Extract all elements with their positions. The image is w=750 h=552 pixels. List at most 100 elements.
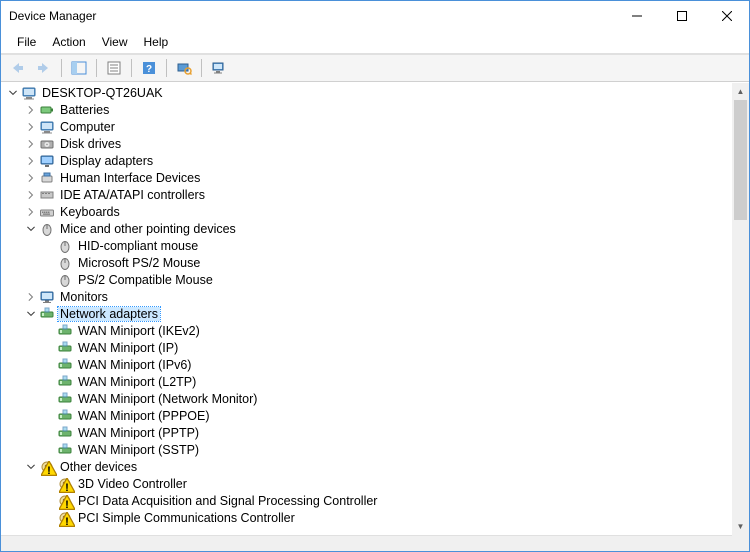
menu-file[interactable]: File (9, 33, 44, 51)
tree-node-label: WAN Miniport (PPTP) (76, 426, 201, 440)
horizontal-scrollbar[interactable] (1, 535, 732, 551)
expand-icon[interactable] (25, 206, 37, 218)
device-tree[interactable]: DESKTOP-QT26UAK BatteriesComputer Disk dri… (1, 82, 749, 536)
network-icon (57, 374, 73, 390)
hid-icon (39, 170, 55, 186)
tree-node[interactable]: Keyboards (3, 203, 749, 220)
scroll-up-icon[interactable]: ▲ (732, 83, 749, 100)
back-button[interactable] (5, 57, 29, 79)
tree-node-label: WAN Miniport (PPPOE) (76, 409, 212, 423)
tree-node-label: Keyboards (58, 205, 122, 219)
minimize-button[interactable] (614, 1, 659, 31)
tree-node-label: Mice and other pointing devices (58, 222, 238, 236)
expand-icon[interactable] (25, 138, 37, 150)
tree-node[interactable]: PCI Data Acquisition and Signal Processi… (3, 492, 749, 509)
tree-node[interactable]: Monitors (3, 288, 749, 305)
network-icon (57, 442, 73, 458)
menu-help[interactable]: Help (136, 33, 177, 51)
tree-node-label: Monitors (58, 290, 110, 304)
network-icon (57, 425, 73, 441)
tree-node[interactable]: 3D Video Controller (3, 475, 749, 492)
tree-node[interactable]: Computer (3, 118, 749, 135)
expand-icon[interactable] (25, 189, 37, 201)
tree-node-label: Batteries (58, 103, 111, 117)
collapse-icon[interactable] (7, 87, 19, 99)
menu-action[interactable]: Action (44, 33, 93, 51)
tree-node[interactable]: WAN Miniport (IP) (3, 339, 749, 356)
tree-node[interactable]: WAN Miniport (PPPOE) (3, 407, 749, 424)
tree-node-label: WAN Miniport (Network Monitor) (76, 392, 259, 406)
maximize-button[interactable] (659, 1, 704, 31)
mouse-icon (57, 255, 73, 271)
close-button[interactable] (704, 1, 749, 31)
tree-node[interactable]: WAN Miniport (SSTP) (3, 441, 749, 458)
tree-node-label: Microsoft PS/2 Mouse (76, 256, 202, 270)
tree-node[interactable]: WAN Miniport (L2TP) (3, 373, 749, 390)
tree-node[interactable]: Mice and other pointing devices (3, 220, 749, 237)
ide-icon (39, 187, 55, 203)
tree-node[interactable]: HID-compliant mouse (3, 237, 749, 254)
tree-node-label: Disk drives (58, 137, 123, 151)
divider (96, 59, 97, 77)
other-icon (57, 476, 73, 492)
tree-node[interactable]: WAN Miniport (IPv6) (3, 356, 749, 373)
collapse-icon[interactable] (25, 223, 37, 235)
tree-node[interactable]: Display adapters (3, 152, 749, 169)
divider (201, 59, 202, 77)
other-icon (57, 510, 73, 526)
mouse-icon (57, 272, 73, 288)
devices-button[interactable] (207, 57, 231, 79)
tree-node[interactable]: DESKTOP-QT26UAK (3, 84, 749, 101)
tree-node[interactable]: Disk drives (3, 135, 749, 152)
tree-node[interactable]: WAN Miniport (Network Monitor) (3, 390, 749, 407)
expand-icon[interactable] (25, 121, 37, 133)
tree-node[interactable]: Human Interface Devices (3, 169, 749, 186)
tree-node-label: Other devices (58, 460, 139, 474)
collapse-icon[interactable] (25, 308, 37, 320)
svg-text:?: ? (146, 64, 152, 75)
scroll-corner (732, 535, 749, 551)
vertical-scrollbar[interactable]: ▲ ▼ (732, 83, 749, 535)
properties-button[interactable] (102, 57, 126, 79)
toolbar: ? (1, 54, 749, 82)
computer-icon (39, 119, 55, 135)
network-icon (57, 340, 73, 356)
scroll-down-icon[interactable]: ▼ (732, 518, 749, 535)
tree-node[interactable]: WAN Miniport (IKEv2) (3, 322, 749, 339)
tree-node-label: Human Interface Devices (58, 171, 202, 185)
expand-icon[interactable] (25, 291, 37, 303)
monitor-icon (39, 289, 55, 305)
menu-bar: File Action View Help (1, 31, 749, 53)
network-icon (57, 408, 73, 424)
scrollbar-thumb[interactable] (734, 100, 747, 220)
network-icon (57, 391, 73, 407)
expand-icon[interactable] (25, 155, 37, 167)
tree-node-label: WAN Miniport (IPv6) (76, 358, 193, 372)
help-button[interactable]: ? (137, 57, 161, 79)
expand-icon[interactable] (25, 104, 37, 116)
tree-node-label: Network adapters (58, 307, 160, 321)
tree-node-label: WAN Miniport (L2TP) (76, 375, 198, 389)
divider (131, 59, 132, 77)
scan-hardware-button[interactable] (172, 57, 196, 79)
window-title: Device Manager (9, 9, 614, 23)
tree-node[interactable]: Batteries (3, 101, 749, 118)
tree-node-label: WAN Miniport (SSTP) (76, 443, 201, 457)
expand-icon[interactable] (25, 172, 37, 184)
collapse-icon[interactable] (25, 461, 37, 473)
tree-node[interactable]: Network adapters (3, 305, 749, 322)
tree-node-label: PS/2 Compatible Mouse (76, 273, 215, 287)
tree-node-label: IDE ATA/ATAPI controllers (58, 188, 207, 202)
tree-node[interactable]: WAN Miniport (PPTP) (3, 424, 749, 441)
tree-node[interactable]: PS/2 Compatible Mouse (3, 271, 749, 288)
show-hide-tree-button[interactable] (67, 57, 91, 79)
tree-node[interactable]: Microsoft PS/2 Mouse (3, 254, 749, 271)
tree-node[interactable]: IDE ATA/ATAPI controllers (3, 186, 749, 203)
title-bar: Device Manager (1, 1, 749, 31)
forward-button[interactable] (32, 57, 56, 79)
tree-node-label: 3D Video Controller (76, 477, 189, 491)
tree-node[interactable]: PCI Simple Communications Controller (3, 509, 749, 526)
menu-view[interactable]: View (94, 33, 136, 51)
tree-node-label: WAN Miniport (IKEv2) (76, 324, 202, 338)
tree-node[interactable]: Other devices (3, 458, 749, 475)
